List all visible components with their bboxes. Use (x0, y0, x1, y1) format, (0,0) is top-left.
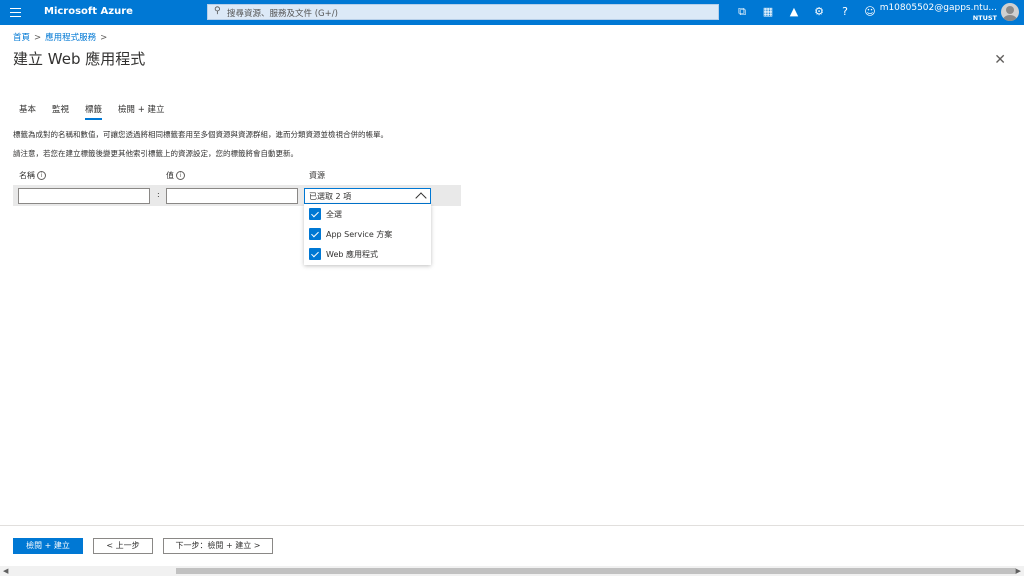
resource-select[interactable]: 已選取 2 項 (304, 188, 431, 204)
account-menu[interactable]: m10805502@gapps.ntu... NTUST (880, 3, 997, 22)
search-placeholder: 搜尋資源、服務及文件 (G+/) (227, 9, 338, 19)
tab-tags[interactable]: 標籤 (85, 103, 103, 120)
chevron-right-icon: > (100, 33, 108, 43)
name-value-separator: : (157, 190, 160, 199)
tag-name-input[interactable] (18, 188, 150, 204)
checkbox-checked-icon[interactable] (309, 228, 321, 240)
footer-divider (0, 525, 1024, 526)
breadcrumb-home-link[interactable]: 首頁 (13, 33, 30, 43)
search-icon: ⚲ (214, 6, 221, 16)
top-navigation-bar: Microsoft Azure ⚲ 搜尋資源、服務及文件 (G+/) ⧉ ▦ ▲… (0, 0, 1024, 25)
scroll-left-icon[interactable]: ◀ (3, 567, 8, 575)
hamburger-menu-icon[interactable] (10, 8, 21, 17)
next-button[interactable]: 下一步：檢閱 + 建立 > (163, 538, 273, 554)
checkbox-checked-icon[interactable] (309, 248, 321, 260)
tags-note: 請注意，若您在建立標籤後變更其他索引標籤上的資源設定，您的標籤將會自動更新。 (13, 149, 298, 158)
previous-button[interactable]: < 上一步 (93, 538, 153, 554)
tags-description: 標籤為成對的名稱和數值，可讓您透過將相同標籤套用至多個資源與資源群組，進而分類資… (13, 130, 388, 139)
scrollbar-thumb[interactable] (176, 568, 1016, 574)
breadcrumb-app-services-link[interactable]: 應用程式服務 (45, 33, 96, 43)
tag-value-input[interactable] (166, 188, 298, 204)
chevron-up-icon (415, 192, 427, 204)
page-title: 建立 Web 應用程式 (13, 50, 146, 68)
scroll-right-icon[interactable]: ▶ (1016, 567, 1021, 575)
brand-title[interactable]: Microsoft Azure (44, 6, 133, 17)
info-icon[interactable]: i (37, 171, 46, 180)
info-icon[interactable]: i (176, 171, 185, 180)
chevron-right-icon: > (34, 33, 42, 43)
cloud-shell-icon[interactable]: ⧉ (735, 5, 749, 19)
user-organization: NTUST (972, 14, 997, 22)
tab-monitoring[interactable]: 監視 (52, 103, 69, 115)
directory-filter-icon[interactable]: ▦ (761, 5, 775, 19)
feedback-icon[interactable]: ☺ (863, 5, 877, 19)
horizontal-scrollbar[interactable]: ◀ ▶ (0, 566, 1024, 576)
review-create-button[interactable]: 檢閱 + 建立 (13, 538, 83, 554)
resource-dropdown-list: 全選 App Service 方案 Web 應用程式 (304, 204, 431, 265)
name-column-header: 名稱 i (19, 170, 46, 181)
checkbox-checked-icon[interactable] (309, 208, 321, 220)
avatar[interactable] (1001, 3, 1019, 21)
resource-column-header: 資源 (309, 171, 325, 180)
close-icon[interactable]: ✕ (994, 52, 1006, 68)
settings-icon[interactable]: ⚙ (812, 5, 826, 19)
user-email: m10805502@gapps.ntu... (879, 3, 997, 13)
value-column-header: 值i (166, 170, 185, 181)
tab-basics[interactable]: 基本 (19, 103, 36, 115)
breadcrumb: 首頁 > 應用程式服務 > (13, 31, 111, 43)
global-search-input[interactable]: ⚲ 搜尋資源、服務及文件 (G+/) (207, 4, 719, 20)
resource-select-value: 已選取 2 項 (309, 192, 352, 201)
notifications-icon[interactable]: ▲ (787, 5, 801, 19)
help-icon[interactable]: ? (838, 5, 852, 19)
tab-review-create[interactable]: 檢閱 + 建立 (118, 103, 165, 115)
